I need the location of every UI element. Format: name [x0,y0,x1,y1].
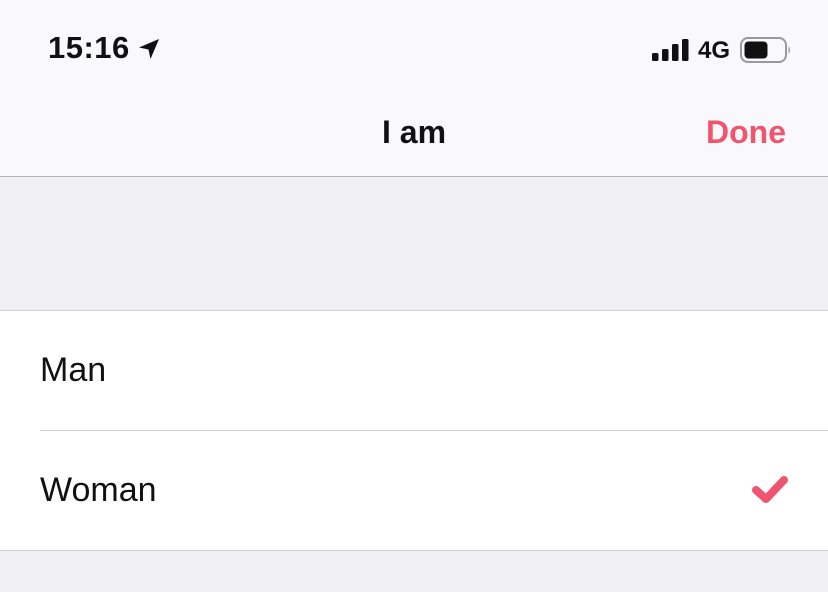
battery-icon [740,37,790,63]
page-title: I am [381,114,447,150]
gender-options-list: Man Woman [0,310,828,551]
done-button[interactable]: Done [706,114,786,151]
option-label-woman: Woman [40,471,157,509]
checkmark-icon [752,476,788,503]
network-type: 4G [698,37,731,64]
navigation-bar: I am Done [0,96,828,177]
cellular-signal-icon [652,39,689,61]
option-label-man: Man [40,351,107,389]
status-time: 15:16 [48,30,130,65]
option-row-woman[interactable]: Woman [40,430,828,550]
location-arrow-icon [139,39,159,59]
status-bar: 15:16 4G [0,0,828,96]
option-row-man[interactable]: Man [0,311,828,430]
